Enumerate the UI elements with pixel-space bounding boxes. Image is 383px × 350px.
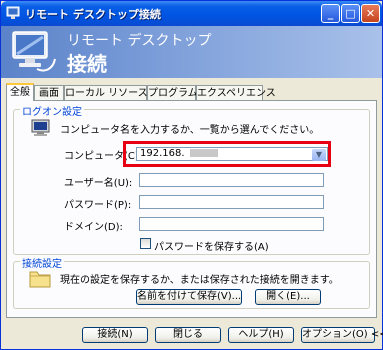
close-window-button[interactable]: ✕ (361, 4, 380, 23)
title-bar[interactable]: リモート デスクトップ接続 _ □ ✕ (1, 1, 382, 26)
computer-icon (31, 119, 50, 136)
tab-display[interactable]: 画面 (34, 85, 64, 100)
username-field[interactable] (139, 173, 324, 187)
domain-label: ドメイン(D): (64, 222, 123, 233)
help-button[interactable]: ヘルプ(H) (228, 327, 294, 343)
banner-title-line2: 接続 (67, 52, 107, 76)
highlight-box (123, 141, 331, 167)
password-label: パスワード(P): (64, 200, 132, 211)
password-field[interactable] (139, 195, 324, 209)
logon-settings-legend: ログオン設定 (20, 103, 84, 118)
tab-local-resources[interactable]: ローカル リソース (64, 85, 148, 100)
save-password-label[interactable]: パスワードを保存する(A) (154, 238, 269, 253)
close-button[interactable]: 閉じる (155, 327, 221, 343)
maximize-button[interactable]: □ (341, 4, 360, 23)
minimize-button[interactable]: _ (321, 4, 340, 23)
save-password-checkbox[interactable] (140, 238, 151, 249)
save-as-button[interactable]: 名前を付けて保存(V)... (136, 289, 242, 305)
folder-icon (29, 271, 51, 288)
remote-desktop-window: リモート デスクトップ接続 _ □ ✕ リモート デスクトップ 接続 全般 画面… (0, 0, 383, 350)
username-label: ユーザー名(U): (64, 178, 133, 189)
window-title: リモート デスクトップ接続 (25, 8, 161, 21)
remote-desktop-icon (6, 6, 20, 19)
open-button[interactable]: 開く(E)... (255, 289, 321, 305)
tab-programs[interactable]: プログラム (147, 85, 198, 100)
logon-instruction-text: コンピュータ名を入力するか、一覧から選んでください。 (60, 125, 320, 136)
computer-monitor-icon (12, 31, 56, 72)
banner-title-line1: リモート デスクトップ (67, 33, 212, 49)
banner: リモート デスクトップ 接続 (1, 26, 382, 78)
options-button[interactable]: オプション(O) << (301, 327, 383, 343)
tab-experience[interactable]: エクスペリエンス (196, 85, 276, 100)
connect-button[interactable]: 接続(N) (82, 327, 148, 343)
domain-field[interactable] (139, 217, 324, 231)
connection-settings-description: 現在の設定を保存するか、または保存された接続を開きます。 (60, 275, 339, 286)
tab-general[interactable]: 全般 (6, 83, 34, 101)
